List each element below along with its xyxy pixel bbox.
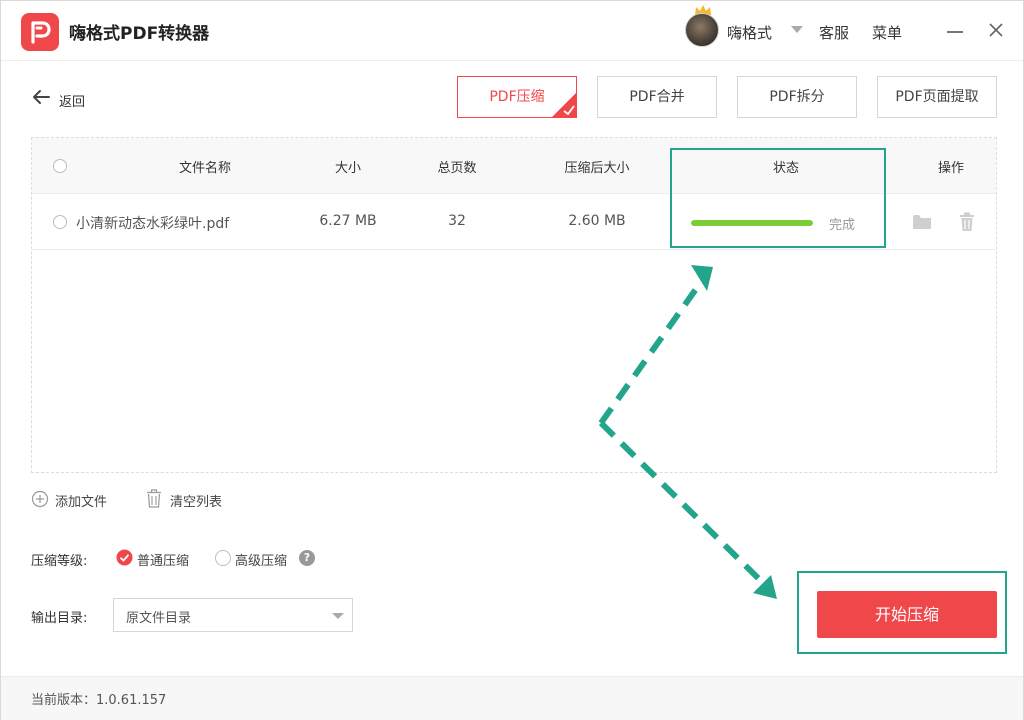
add-file-label: 添加文件 xyxy=(55,495,108,510)
progress-bar xyxy=(691,220,813,226)
start-compress-button[interactable]: 开始压缩 xyxy=(817,591,997,638)
column-header-compressed-size: 压缩后大小 xyxy=(564,161,630,176)
username[interactable]: 嗨格式 xyxy=(727,22,772,43)
footer: 当前版本：1.0.61.157 xyxy=(1,676,1023,720)
file-size: 6.27 MB xyxy=(319,213,377,229)
status-text: 完成 xyxy=(829,218,856,233)
tab-pdf-page-extract[interactable]: PDF页面提取 xyxy=(877,76,997,118)
version-text: 当前版本：1.0.61.157 xyxy=(31,693,167,708)
file-list: 文件名称 大小 总页数 压缩后大小 状态 操作 小清新动态水彩绿叶.pdf 6.… xyxy=(31,137,997,473)
column-header-size: 大小 xyxy=(334,161,361,176)
checkmark-icon xyxy=(116,549,133,566)
tab-label: PDF合并 xyxy=(629,89,685,105)
table-header: 文件名称 大小 总页数 压缩后大小 状态 操作 xyxy=(32,138,996,194)
compression-level-label: 压缩等级: xyxy=(31,554,88,569)
tab-pdf-merge[interactable]: PDF合并 xyxy=(597,76,717,118)
tab-pdf-split[interactable]: PDF拆分 xyxy=(737,76,857,118)
avatar[interactable] xyxy=(685,13,719,47)
app-logo-icon xyxy=(21,13,59,51)
compressed-size: 2.60 MB xyxy=(568,213,626,229)
app-window: 嗨格式PDF转换器 嗨格式 客服 菜单 返回 PDF压缩 PDF合并 PDF拆分 xyxy=(0,0,1024,720)
tab-label: PDF页面提取 xyxy=(895,89,979,105)
menu-button[interactable]: 菜单 xyxy=(872,22,902,43)
file-name: 小清新动态水彩绿叶.pdf xyxy=(76,216,230,232)
column-header-status: 状态 xyxy=(772,161,799,176)
close-icon[interactable] xyxy=(987,21,1005,39)
trash-icon xyxy=(147,489,161,508)
help-icon[interactable]: ? xyxy=(299,550,315,566)
trash-icon[interactable] xyxy=(959,212,975,232)
tab-label: PDF压缩 xyxy=(489,89,545,105)
clear-list-label: 清空列表 xyxy=(170,495,223,510)
row-select-radio[interactable] xyxy=(53,215,67,229)
tab-label: PDF拆分 xyxy=(769,89,825,105)
back-label: 返回 xyxy=(59,95,86,110)
back-button[interactable]: 返回 xyxy=(31,87,121,110)
arrow-head-down xyxy=(753,575,777,599)
normal-compression-label: 普通压缩 xyxy=(137,554,190,569)
output-directory-label: 输出目录: xyxy=(31,611,88,626)
advanced-compression-label: 高级压缩 xyxy=(235,554,288,569)
table-row[interactable]: 小清新动态水彩绿叶.pdf 6.27 MB 32 2.60 MB 完成 xyxy=(32,194,996,250)
service-button[interactable]: 客服 xyxy=(819,22,849,43)
file-pages: 32 xyxy=(448,213,466,229)
radio-circle xyxy=(215,550,231,566)
output-directory-value: 原文件目录 xyxy=(126,611,192,626)
select-all-radio[interactable] xyxy=(53,159,67,173)
tab-pdf-compress[interactable]: PDF压缩 xyxy=(457,76,577,118)
plus-circle-icon xyxy=(31,490,49,508)
app-title: 嗨格式PDF转换器 xyxy=(69,24,210,44)
chevron-down-icon xyxy=(332,613,344,619)
folder-icon[interactable] xyxy=(912,214,932,230)
title-bar: 嗨格式PDF转换器 嗨格式 客服 菜单 xyxy=(1,1,1023,61)
checkmark-icon xyxy=(551,92,577,118)
minimize-icon[interactable] xyxy=(947,31,963,33)
output-directory-select[interactable]: 原文件目录 xyxy=(113,598,353,632)
column-header-pages: 总页数 xyxy=(437,161,477,176)
caret-down-icon[interactable] xyxy=(791,26,803,33)
column-header-name: 文件名称 xyxy=(178,161,231,176)
column-header-actions: 操作 xyxy=(937,161,964,176)
progress-fill xyxy=(691,220,813,226)
back-arrow-icon xyxy=(33,90,50,104)
